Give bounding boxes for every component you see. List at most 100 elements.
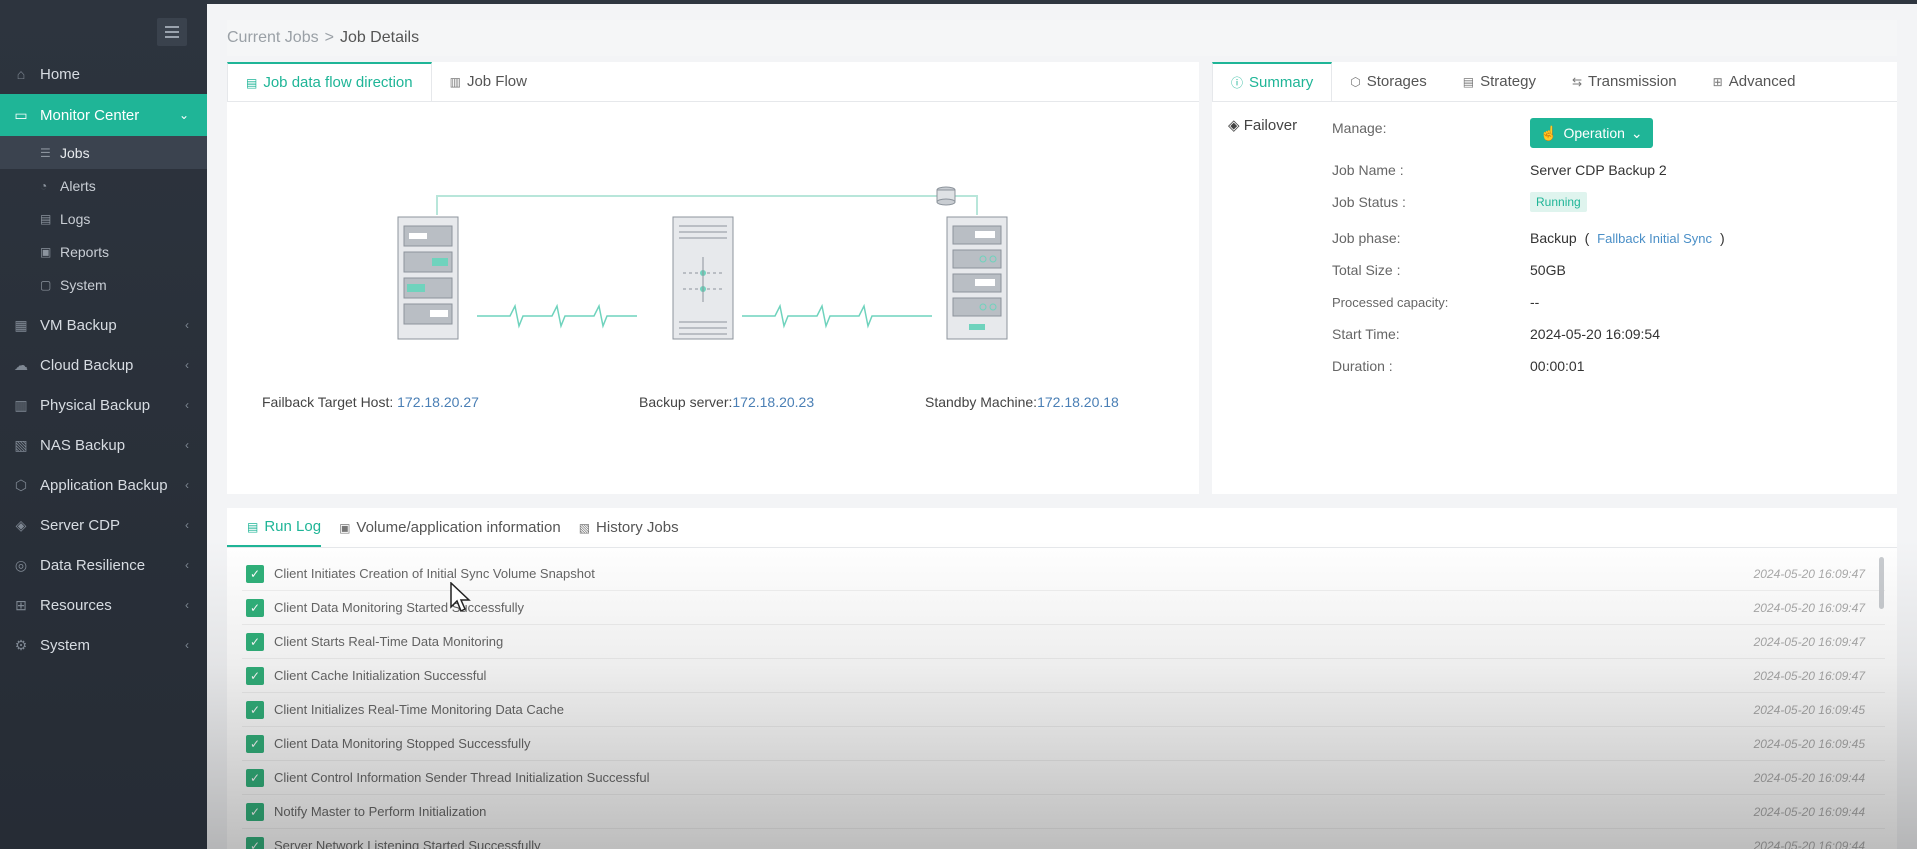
job-phase-value: Backup ( Fallback Initial Sync ) (1530, 230, 1725, 246)
log-message: Client Starts Real-Time Data Monitoring (274, 634, 504, 649)
run-log-scrollbar[interactable] (1879, 557, 1884, 609)
log-time: 2024-05-20 16:09:47 (1753, 600, 1865, 615)
log-time: 2024-05-20 16:09:47 (1753, 566, 1865, 581)
sidebar-item-physical-backup[interactable]: ▥ Physical Backup ‹ (0, 385, 207, 425)
flow-diagram-svg (397, 186, 1008, 340)
breadcrumb-separator: > (324, 29, 334, 46)
sidebar-item-server-cdp[interactable]: ◈ Server CDP ‹ (0, 505, 207, 545)
tab-summary[interactable]: ⓘ Summary (1212, 62, 1333, 101)
tab-label: Summary (1249, 74, 1314, 91)
right-tabs: ⓘ Summary ⬡ Storages ▤ Strategy ⇆ Transm… (1212, 62, 1897, 102)
cdp-icon: ◈ (15, 516, 27, 533)
list-item: ✓ Client Data Monitoring Stopped Successf… (242, 727, 1885, 761)
breadcrumb-parent-link[interactable]: Current Jobs (227, 29, 319, 47)
menu-toggle-icon[interactable] (157, 18, 187, 46)
sidebar-item-label: VM Backup (40, 316, 117, 334)
manage-label: Manage: (1332, 120, 1387, 136)
transfer-icon: ⇆ (1571, 74, 1583, 89)
chevron-left-icon: ‹ (185, 598, 189, 612)
cloud-icon: ☁ (14, 356, 28, 373)
start-time-value: 2024-05-20 16:09:54 (1530, 326, 1660, 342)
operation-button[interactable]: ☝ Operation ⌄ (1530, 118, 1653, 148)
app-icon: ⬡ (14, 476, 28, 493)
tab-label: Volume/application information (356, 519, 561, 536)
sidebar-item-reports[interactable]: ▣ Reports (0, 235, 207, 268)
tab-label: Run Log (264, 518, 322, 535)
tab-volume-application[interactable]: ▣ Volume/application information (339, 508, 579, 547)
log-message: Server Network Listening Started Success… (274, 838, 541, 849)
left-tabs: ▤ Job data flow direction ▥ Job Flow (227, 62, 1199, 102)
sidebar-item-application-backup[interactable]: ⬡ Application Backup ‹ (0, 465, 207, 505)
tab-label: Advanced (1728, 73, 1796, 90)
tab-history-jobs[interactable]: ▧ History Jobs (579, 508, 679, 547)
sidebar-item-system-sub[interactable]: ▢ System (0, 268, 207, 301)
pointer-icon: ☝ (1540, 124, 1558, 141)
chevron-left-icon: ‹ (185, 518, 189, 532)
sidebar-item-resources[interactable]: ⊞ Resources ‹ (0, 585, 207, 625)
sidebar: ⌂ Home ▭ Monitor Center ⌄ ☰ Jobs ◔ Alert… (0, 0, 207, 849)
failover-link[interactable]: ◈ Failover (1228, 116, 1297, 134)
sidebar-item-monitor-center[interactable]: ▭ Monitor Center ⌄ (0, 94, 207, 136)
tab-run-log[interactable]: ▤ Run Log (227, 508, 322, 547)
standby-machine-label: Standby Machine:172.18.20.18 (925, 394, 1119, 410)
log-time: 2024-05-20 16:09:44 (1753, 770, 1865, 785)
job-phase-text: Backup (1530, 230, 1577, 246)
sidebar-item-jobs[interactable]: ☰ Jobs (0, 136, 207, 169)
log-message: Client Cache Initialization Successful (274, 668, 487, 683)
sidebar-item-data-resilience[interactable]: ◎ Data Resilience ‹ (0, 545, 207, 585)
chevron-left-icon: ‹ (185, 478, 189, 492)
tab-job-flow[interactable]: ▥ Job Flow (432, 62, 545, 101)
tab-storages[interactable]: ⬡ Storages (1332, 62, 1445, 101)
bottom-tabs: ▤ Run Log ▣ Volume/application informati… (227, 508, 1897, 548)
sidebar-item-home[interactable]: ⌂ Home (0, 54, 207, 94)
host-label-text: Failback Target Host: (262, 394, 398, 410)
chart-icon: ▥ (449, 74, 461, 89)
job-phase-paren-open: ( (1584, 230, 1590, 246)
vm-icon: ▦ (14, 316, 28, 333)
sidebar-item-label: Home (40, 65, 81, 83)
summary-panel: ⓘ Summary ⬡ Storages ▤ Strategy ⇆ Transm… (1212, 62, 1897, 494)
backup-server-label: Backup server:172.18.20.23 (639, 394, 814, 410)
sidebar-item-label: Jobs (60, 144, 90, 161)
check-icon: ✓ (246, 836, 264, 849)
resilience-icon: ◎ (14, 556, 28, 573)
top-strip (0, 0, 1917, 4)
sidebar-item-label: Monitor Center (40, 106, 140, 124)
chevron-left-icon: ‹ (185, 638, 189, 652)
heartbeat-line-right (742, 303, 932, 329)
tab-job-data-flow[interactable]: ▤ Job data flow direction (227, 62, 432, 101)
host-ip: 172.18.20.18 (1037, 394, 1119, 410)
tab-label: Strategy (1480, 73, 1536, 90)
sidebar-item-vm-backup[interactable]: ▦ VM Backup ‹ (0, 305, 207, 345)
job-phase-detail-link[interactable]: Fallback Initial Sync (1597, 231, 1712, 246)
sidebar-item-nas-backup[interactable]: ▧ NAS Backup ‹ (0, 425, 207, 465)
job-flow-panel: ▤ Job data flow direction ▥ Job Flow Fai… (227, 62, 1199, 494)
chevron-left-icon: ‹ (185, 438, 189, 452)
check-icon: ✓ (246, 598, 264, 617)
breadcrumb-current: Job Details (339, 29, 420, 46)
sidebar-item-label: Data Resilience (40, 556, 146, 574)
host-label-text: Standby Machine: (925, 394, 1038, 410)
backup-server-icon (672, 216, 734, 340)
log-message: Client Data Monitoring Stopped Successfu… (274, 736, 531, 751)
list-item: ✓ Client Cache Initialization Successful 2… (242, 659, 1885, 693)
log-time: 2024-05-20 16:09:47 (1753, 668, 1865, 683)
failback-target-server-icon (397, 216, 459, 340)
host-label-text: Backup server: (639, 394, 733, 410)
log-message: Client Initializes Real-Time Monitoring … (274, 702, 564, 717)
tab-transmission[interactable]: ⇆ Transmission (1554, 62, 1695, 101)
tab-advanced[interactable]: ⊞ Advanced (1695, 62, 1814, 101)
chevron-down-icon: ⌄ (178, 108, 189, 122)
check-icon: ✓ (246, 802, 264, 821)
sidebar-item-logs[interactable]: ▤ Logs (0, 202, 207, 235)
sidebar-item-system[interactable]: ⚙ System ‹ (0, 625, 207, 665)
sidebar-item-label: Physical Backup (40, 396, 151, 414)
sidebar-item-alerts[interactable]: ◔ Alerts (0, 169, 207, 202)
sidebar-item-cloud-backup[interactable]: ☁ Cloud Backup ‹ (0, 345, 207, 385)
check-icon: ✓ (246, 632, 264, 651)
tab-strategy[interactable]: ▤ Strategy (1445, 62, 1554, 101)
job-name-value: Server CDP Backup 2 (1530, 162, 1667, 178)
grid-icon: ⊞ (1712, 74, 1723, 89)
check-icon: ✓ (246, 734, 264, 753)
list-icon: ☰ (40, 145, 51, 160)
